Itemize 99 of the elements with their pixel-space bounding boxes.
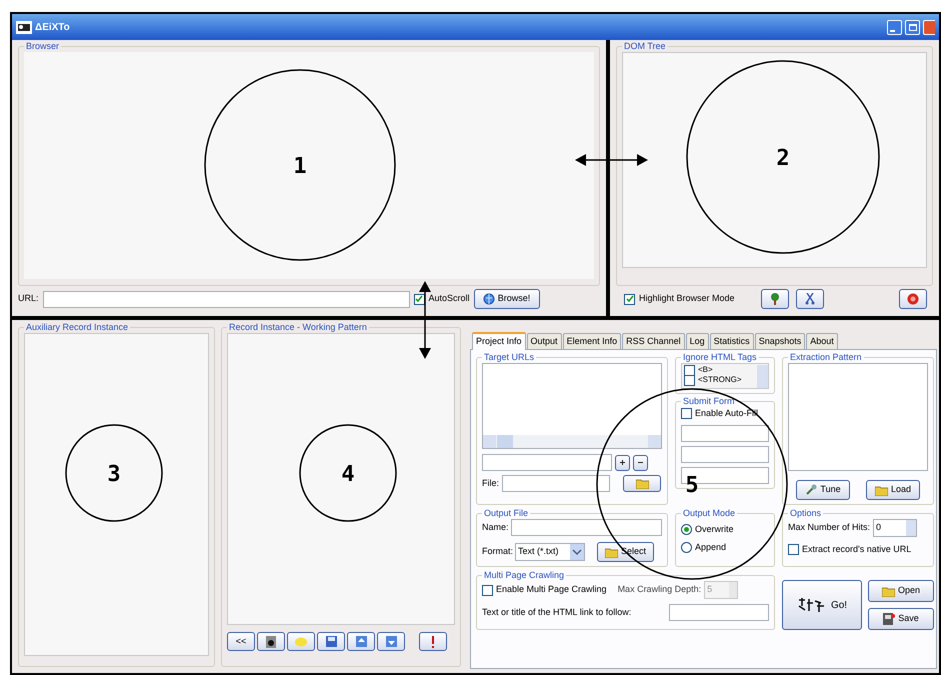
blob-button[interactable] <box>287 632 315 651</box>
close-button[interactable] <box>923 20 935 34</box>
callout-circle: 4 <box>299 424 397 522</box>
minus-icon <box>638 462 643 463</box>
highlight-mode-label: Highlight Browser Mode <box>639 292 736 306</box>
camera-icon <box>266 636 276 648</box>
callout-circle: 3 <box>65 424 163 522</box>
autoscroll-label: AutoScroll <box>428 292 470 306</box>
load-button[interactable]: Load <box>866 480 920 500</box>
group-title: Browser <box>25 41 60 52</box>
tab[interactable]: Element Info <box>562 333 622 349</box>
alert-button[interactable] <box>419 632 447 651</box>
tab[interactable]: Output <box>526 333 562 349</box>
checkbox[interactable] <box>681 408 692 420</box>
radio-button[interactable] <box>681 542 692 553</box>
name-label: Name: <box>482 520 509 534</box>
max-hits-label: Max Number of Hits: <box>788 521 870 534</box>
format-dropdown[interactable]: Text (*.txt) <box>515 543 586 561</box>
folder-icon <box>882 586 895 596</box>
stop-button[interactable] <box>899 289 927 309</box>
tab[interactable]: About <box>806 333 838 349</box>
format-label: Format: <box>482 545 514 558</box>
form-field[interactable] <box>681 446 769 462</box>
group-title: Multi Page Crawling <box>483 570 566 581</box>
folder-icon <box>636 478 649 489</box>
group-title: Ignore HTML Tags <box>682 352 758 363</box>
url-input[interactable] <box>482 454 612 471</box>
vertical-scrollbar[interactable] <box>757 365 768 388</box>
horizontal-scrollbar[interactable] <box>483 435 661 448</box>
depth-label: Max Crawling Depth: <box>618 583 702 596</box>
browse-file-button[interactable] <box>623 475 662 492</box>
group-title: DOM Tree <box>623 41 667 52</box>
group-title: Submit Form <box>682 396 736 407</box>
file-field[interactable] <box>502 475 610 492</box>
name-field[interactable] <box>510 519 662 536</box>
floppy-icon <box>326 636 336 647</box>
folder-icon <box>874 484 888 496</box>
callout-circle: 2 <box>686 60 880 254</box>
callout-circle: 1 <box>204 69 396 261</box>
group-title: Options <box>789 508 822 519</box>
radio-button[interactable] <box>681 524 692 536</box>
tab[interactable]: Snapshots <box>754 333 806 349</box>
checkbox[interactable] <box>624 294 635 304</box>
checkbox[interactable] <box>684 374 695 386</box>
tree-button[interactable] <box>761 289 789 309</box>
back-button[interactable]: << <box>227 632 255 651</box>
move-down-button[interactable] <box>377 632 405 651</box>
globe-icon <box>482 293 495 305</box>
max-hits-spinner[interactable]: 0 <box>873 519 918 537</box>
group-title: Record Instance - Working Pattern <box>228 322 368 333</box>
save-pattern-button[interactable] <box>317 632 345 651</box>
checkbox[interactable] <box>788 544 799 556</box>
plus-icon <box>620 460 625 465</box>
scissors-icon <box>805 293 815 305</box>
multi-page-label: Enable Multi Page Crawling <box>496 583 607 596</box>
output-mode-label: Overwrite <box>695 523 734 536</box>
checkbox[interactable] <box>482 584 493 596</box>
link-field[interactable] <box>669 604 769 621</box>
file-label: File: <box>482 476 500 490</box>
logo-icon <box>796 597 825 613</box>
camera-button[interactable] <box>257 632 285 651</box>
group-title: Target URLs <box>483 352 536 363</box>
url-field[interactable] <box>42 290 410 308</box>
output-mode-label: Append <box>695 540 726 554</box>
scissors-button[interactable] <box>796 289 824 309</box>
folder-icon <box>605 546 618 558</box>
minimize-button[interactable] <box>887 20 902 34</box>
maximize-button[interactable] <box>905 20 920 34</box>
move-up-button[interactable] <box>347 632 375 651</box>
tune-button[interactable]: Tune <box>796 480 850 500</box>
stop-icon <box>907 293 919 305</box>
url-label: URL: <box>18 292 39 306</box>
exclamation-icon <box>431 636 435 648</box>
remove-button[interactable] <box>633 454 648 470</box>
window-title: ΔEiXTo <box>35 20 70 34</box>
tab[interactable]: Project Info <box>472 332 526 350</box>
group-title: Output Mode <box>682 508 736 519</box>
browse-button[interactable]: Browse! <box>474 289 540 309</box>
app-icon <box>16 20 32 34</box>
add-button[interactable] <box>615 454 630 470</box>
tag-label: <STRONG> <box>698 375 742 385</box>
wrench-icon <box>805 484 818 496</box>
native-url-label: Extract record's native URL <box>802 543 912 556</box>
save-button[interactable]: Save <box>868 608 934 630</box>
link-label: Text or title of the HTML link to follow: <box>482 606 632 619</box>
tab[interactable]: RSS Channel <box>622 333 685 349</box>
tab[interactable]: Log <box>686 333 709 349</box>
checkbox[interactable] <box>684 364 695 376</box>
tree-icon <box>769 293 781 305</box>
open-button[interactable]: Open <box>868 580 934 602</box>
blob-icon <box>295 636 307 646</box>
checkbox[interactable] <box>414 294 425 304</box>
tab[interactable]: Statistics <box>710 333 754 349</box>
group-title: Output File <box>483 508 530 519</box>
group-title: Auxiliary Record Instance <box>25 322 130 333</box>
group-title: Extraction Pattern <box>789 352 863 363</box>
form-field[interactable] <box>681 424 769 442</box>
go-button[interactable]: Go! <box>782 580 862 630</box>
tag-label: <B> <box>698 365 713 375</box>
